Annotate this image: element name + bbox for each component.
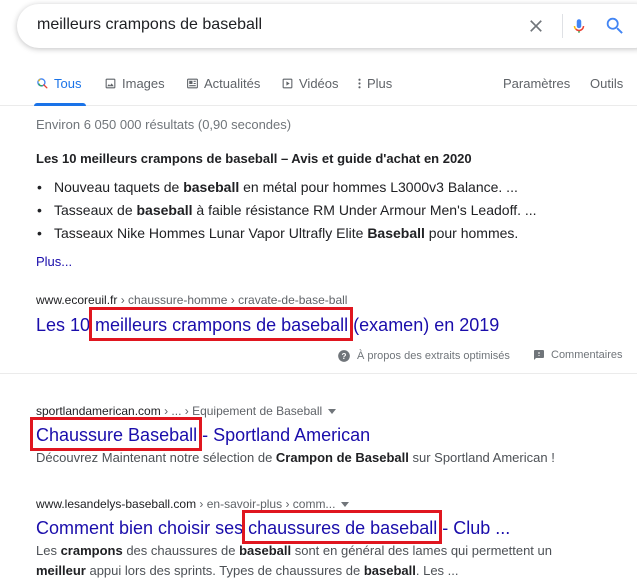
result-cite[interactable]: www.lesandelys-baseball.com › en-savoir-… xyxy=(36,497,350,511)
settings-label: Paramètres xyxy=(503,76,571,91)
list-item-text: à faible résistance RM Under Armour Men'… xyxy=(192,202,537,218)
cite-path: › chaussure-homme › cravate-de-base-ball xyxy=(117,293,348,307)
tools-link[interactable]: Outils xyxy=(590,76,623,91)
about-snippets-link[interactable]: ? À propos des extraits optimisés xyxy=(337,349,510,363)
list-item-text: en métal pour hommes L3000v3 Balance. ..… xyxy=(239,179,518,195)
title-text: chaussures de baseball xyxy=(248,518,438,538)
active-tab-indicator xyxy=(34,103,86,106)
title-text: Les 10 xyxy=(36,315,96,335)
tab-label: Actualités xyxy=(204,76,261,91)
clear-icon[interactable] xyxy=(526,16,546,36)
more-vert-icon xyxy=(358,78,361,89)
list-item-text: Tasseaux de xyxy=(54,202,137,218)
list-item-text: pour hommes. xyxy=(424,225,519,241)
microphone-icon[interactable] xyxy=(570,15,588,37)
title-text: (examen) en 2019 xyxy=(348,315,500,335)
tab-videos[interactable]: Vidéos xyxy=(281,76,339,91)
news-icon xyxy=(187,78,198,89)
list-item-bold: Baseball xyxy=(367,225,425,241)
tab-label: Images xyxy=(122,76,165,91)
cite-domain: www.ecoreuil.fr xyxy=(36,293,118,307)
result-description: Les crampons des chaussures de baseball … xyxy=(36,541,596,581)
search-bar xyxy=(17,4,637,48)
search-submit-icon[interactable] xyxy=(604,15,626,37)
title-text: - Sportland American xyxy=(197,425,371,445)
featured-cite[interactable]: www.ecoreuil.fr › chaussure-homme › crav… xyxy=(36,293,347,307)
cite-path: › ... › Equipement de Baseball xyxy=(160,404,323,418)
feedback-label: Commentaires xyxy=(551,349,623,361)
result-title-link[interactable]: Comment bien choisir ses chaussures de b… xyxy=(36,510,511,544)
video-icon xyxy=(282,78,293,89)
settings-link[interactable]: Paramètres xyxy=(503,76,570,91)
help-icon: ? xyxy=(338,350,350,362)
desc-text: Découvrez Maintenant notre sélection de xyxy=(36,450,276,465)
search-icon xyxy=(37,78,48,89)
section-divider xyxy=(0,373,637,374)
search-tabs: Tous Images Actualités Vidéos Plus Param… xyxy=(0,66,637,106)
highlighted-term: Chaussure Baseball xyxy=(30,417,203,451)
desc-text: sont en général des lames qui permettent… xyxy=(291,543,552,558)
image-icon xyxy=(105,78,116,89)
tab-label: Tous xyxy=(54,76,82,91)
highlighted-term: chaussures de baseball xyxy=(242,510,443,544)
desc-bold: baseball xyxy=(363,563,416,578)
desc-text: appui lors des sprints. Types de chaussu… xyxy=(85,563,364,578)
result-cite[interactable]: sportlandamerican.com › ... › Equipement… xyxy=(36,404,337,418)
svg-text:?: ? xyxy=(342,352,347,361)
about-label: À propos des extraits optimisés xyxy=(357,350,510,362)
title-text: Chaussure Baseball xyxy=(36,425,198,445)
desc-bold: meilleur xyxy=(36,563,86,578)
feedback-link[interactable]: Commentaires xyxy=(533,349,623,361)
result-title-link[interactable]: Chaussure Baseball - Sportland American xyxy=(30,417,371,451)
featured-result-link[interactable]: Les 10 meilleurs crampons de baseball (e… xyxy=(36,307,500,341)
featured-snippet-heading: Les 10 meilleurs crampons de baseball – … xyxy=(36,151,472,166)
desc-text: Les xyxy=(36,543,61,558)
chevron-down-icon[interactable] xyxy=(341,502,350,508)
result-description: Découvrez Maintenant notre sélection de … xyxy=(36,448,596,468)
cite-domain: www.lesandelys-baseball.com xyxy=(36,497,197,511)
tab-images[interactable]: Images xyxy=(104,76,165,91)
tools-label: Outils xyxy=(590,76,624,91)
list-item-bold: baseball xyxy=(136,202,193,218)
desc-text: sur Sportland American ! xyxy=(408,450,555,465)
cite-path: › en-savoir-plus › comm... xyxy=(196,497,336,511)
result-stats: Environ 6 050 000 résultats (0,90 second… xyxy=(36,117,292,132)
search-input[interactable] xyxy=(37,16,477,34)
tab-more[interactable]: Plus xyxy=(357,76,392,91)
desc-bold: baseball xyxy=(239,543,292,558)
tab-label: Plus xyxy=(367,76,393,91)
desc-bold: Crampon de Baseball xyxy=(275,450,409,465)
list-item-bold: baseball xyxy=(183,179,240,195)
more-link[interactable]: Plus... xyxy=(36,254,72,269)
tab-label: Vidéos xyxy=(299,76,339,91)
list-item: Nouveau taquets de baseball en métal pou… xyxy=(36,179,537,202)
tab-news[interactable]: Actualités xyxy=(186,76,260,91)
list-item-text: Tasseaux Nike Hommes Lunar Vapor Ultrafl… xyxy=(54,225,368,241)
list-item-text: Nouveau taquets de xyxy=(54,179,184,195)
list-item: Tasseaux Nike Hommes Lunar Vapor Ultrafl… xyxy=(36,225,537,248)
cite-domain: sportlandamerican.com xyxy=(36,404,161,418)
chevron-down-icon[interactable] xyxy=(328,409,337,415)
desc-bold: crampons xyxy=(60,543,123,558)
tab-all[interactable]: Tous xyxy=(36,76,81,91)
desc-text: . Les ... xyxy=(415,563,459,578)
featured-snippet-list: Nouveau taquets de baseball en métal pou… xyxy=(36,179,537,248)
desc-text: des chaussures de xyxy=(122,543,240,558)
title-text: Comment bien choisir ses xyxy=(36,518,249,538)
list-item: Tasseaux de baseball à faible résistance… xyxy=(36,202,537,225)
title-text: meilleurs crampons de baseball xyxy=(95,315,349,335)
title-text: - Club ... xyxy=(437,518,511,538)
search-bar-divider xyxy=(562,14,563,38)
feedback-icon xyxy=(534,350,544,360)
highlighted-term: meilleurs crampons de baseball xyxy=(89,307,354,341)
